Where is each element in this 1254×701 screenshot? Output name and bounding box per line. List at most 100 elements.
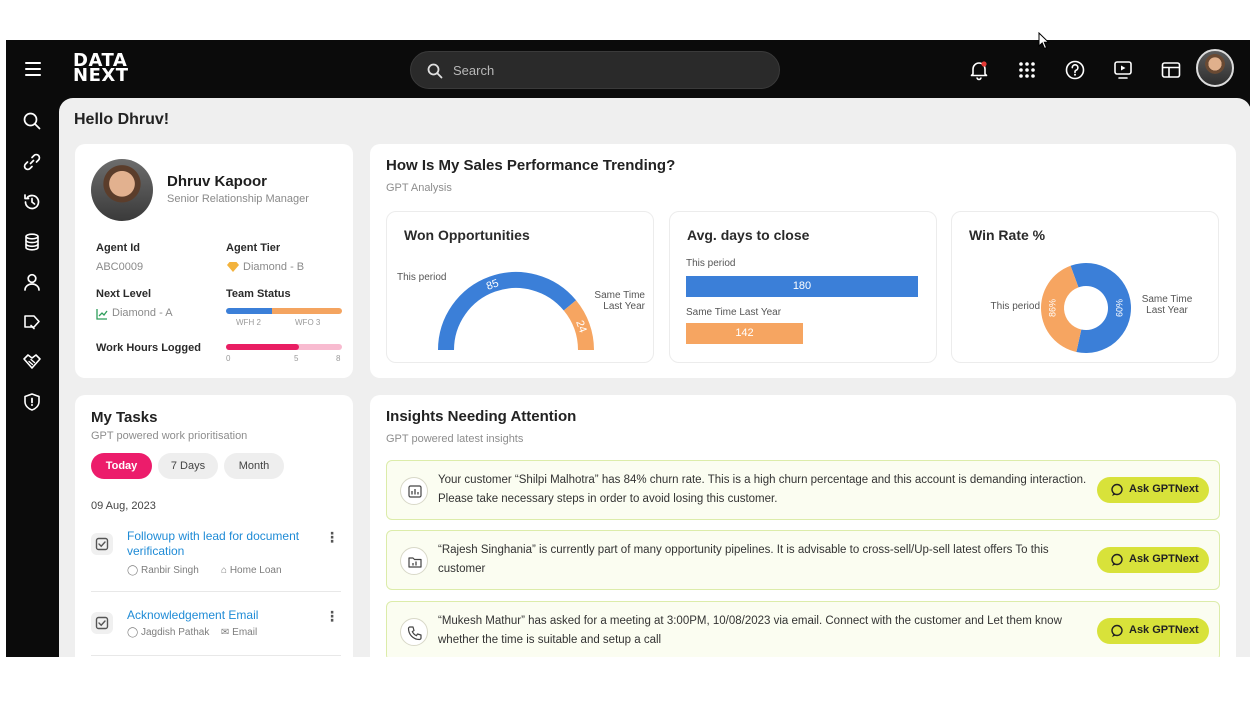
insight-text: “Rajesh Singhania” is currently part of … (438, 544, 1049, 575)
user-avatar[interactable] (1196, 49, 1234, 87)
insights-title: Insights Needing Attention (386, 408, 577, 425)
profile-avatar (91, 159, 153, 221)
handshake-icon[interactable] (22, 352, 42, 372)
win-rate-donut-chart: 86% 60% (1041, 263, 1131, 353)
win-this-value: 86% (1048, 299, 1058, 317)
app-window: DATA NEXT Search Hello Dhruv! Dhruv Kapo… (6, 40, 1250, 657)
task-category-name: Email (232, 627, 258, 638)
insight-item: “Mukesh Mathur” has asked for a meeting … (386, 601, 1220, 657)
shield-icon[interactable] (22, 392, 42, 412)
won-gauge-chart: 85 24 (438, 272, 594, 351)
wfo-segment (272, 308, 342, 314)
phone-icon (400, 618, 428, 646)
trend-up-icon (96, 307, 108, 325)
diamond-icon (226, 260, 240, 278)
wfo-label: WFO 3 (295, 318, 321, 327)
search-icon (427, 63, 443, 79)
mouse-cursor-icon (1038, 31, 1050, 55)
avg-bar-this-period: 180 (686, 276, 918, 297)
filter-7-days[interactable]: 7 Days (158, 453, 218, 479)
next-level-label: Next Level (96, 288, 152, 300)
task-person: ◯ Jagdish Pathak (127, 627, 209, 638)
tag-icon[interactable] (22, 312, 42, 332)
chat-icon (1111, 553, 1123, 566)
help-icon[interactable] (1064, 59, 1086, 81)
presentation-icon[interactable] (1112, 59, 1134, 81)
ask-gptnext-button[interactable]: Ask GPTNext (1097, 547, 1209, 573)
sales-subtitle: GPT Analysis (386, 182, 452, 194)
history-icon[interactable] (22, 192, 42, 212)
insights-subtitle: GPT powered latest insights (386, 433, 524, 445)
person-icon: ◯ (127, 565, 139, 576)
search-input[interactable] (453, 60, 753, 80)
task-category-name: Home Loan (229, 565, 282, 576)
agent-tier-value: Diamond - B (243, 261, 305, 273)
profile-card: Dhruv Kapoor Senior Relationship Manager… (75, 144, 353, 378)
insight-item: Your customer “Shilpi Malhotra” has 84% … (386, 460, 1220, 520)
home-icon: ⌂ (221, 565, 228, 576)
profile-name: Dhruv Kapoor (167, 173, 268, 190)
avg-days-card: Avg. days to close This period 180 Same … (669, 211, 937, 363)
sales-title: How Is My Sales Performance Trending? (386, 157, 676, 174)
insight-text: “Mukesh Mathur” has asked for a meeting … (438, 615, 1062, 646)
tasks-subtitle: GPT powered work prioritisation (91, 430, 248, 442)
next-level-value: Diamond - A (112, 307, 173, 319)
task-title[interactable]: Acknowledgement Email (127, 608, 327, 623)
bell-icon[interactable] (968, 59, 990, 81)
insight-text: Your customer “Shilpi Malhotra” has 84% … (438, 474, 1087, 505)
database-icon[interactable] (22, 232, 42, 252)
chat-icon (1111, 624, 1123, 637)
won-arc-this-period (438, 272, 577, 351)
layout-icon[interactable] (1160, 59, 1182, 81)
ask-gptnext-button[interactable]: Ask GPTNext (1097, 618, 1209, 644)
tasks-title: My Tasks (91, 409, 158, 426)
task-item: Followup with lead for document verifica… (91, 529, 345, 579)
insight-item: “Rajesh Singhania” is currently part of … (386, 530, 1220, 590)
logo[interactable]: DATA NEXT (73, 52, 129, 85)
avg-days-title: Avg. days to close (687, 227, 810, 243)
mail-icon: ✉ (221, 627, 230, 638)
user-icon[interactable] (22, 272, 42, 292)
agent-id-value: ABC0009 (96, 261, 144, 273)
top-bar: DATA NEXT (6, 40, 1250, 98)
win-rate-card: Win Rate % This period Same Time Last Ye… (951, 211, 1219, 363)
task-person-name: Jagdish Pathak (140, 627, 210, 638)
chart-icon (400, 477, 428, 505)
hours-tick-5: 5 (294, 354, 299, 363)
avg-bar-last-year: 142 (686, 323, 803, 344)
sales-performance-card: How Is My Sales Performance Trending? GP… (370, 144, 1236, 378)
divider (91, 655, 341, 656)
filter-today[interactable]: Today (91, 453, 152, 479)
work-hours-bar (226, 344, 342, 350)
task-person: ◯ Ranbir Singh (127, 565, 199, 576)
won-opportunities-card: Won Opportunities This period Same Time … (386, 211, 654, 363)
filter-month[interactable]: Month (224, 453, 284, 479)
search-bar[interactable] (410, 51, 780, 89)
apps-grid-icon[interactable] (1016, 59, 1038, 81)
task-title[interactable]: Followup with lead for document verifica… (127, 529, 327, 559)
tasks-date: 09 Aug, 2023 (91, 500, 156, 512)
win-last-value: 60% (1115, 299, 1125, 317)
task-check-icon[interactable] (91, 612, 113, 634)
my-tasks-card: My Tasks GPT powered work prioritisation… (75, 395, 353, 657)
task-check-icon[interactable] (91, 533, 113, 555)
work-hours-label: Work Hours Logged (96, 342, 201, 354)
ask-gptnext-label: Ask GPTNext (1129, 483, 1199, 495)
insights-card: Insights Needing Attention GPT powered l… (370, 395, 1236, 657)
task-category: ✉ Email (221, 627, 257, 638)
ask-gptnext-label: Ask GPTNext (1129, 553, 1199, 565)
ask-gptnext-button[interactable]: Ask GPTNext (1097, 477, 1209, 503)
divider (91, 591, 341, 592)
search-icon[interactable] (22, 111, 42, 131)
greeting: Hello Dhruv! (74, 111, 170, 128)
agent-tier-label: Agent Tier (226, 242, 281, 254)
hours-tick-8: 8 (336, 354, 341, 363)
team-status-bar (226, 308, 342, 314)
ask-gptnext-label: Ask GPTNext (1129, 624, 1199, 636)
link-icon[interactable] (22, 152, 42, 172)
profile-role: Senior Relationship Manager (167, 193, 309, 205)
chat-icon (1111, 483, 1123, 496)
more-options-icon[interactable]: ⋮ (325, 608, 339, 625)
more-options-icon[interactable]: ⋮ (325, 529, 339, 546)
menu-icon[interactable] (25, 62, 41, 76)
